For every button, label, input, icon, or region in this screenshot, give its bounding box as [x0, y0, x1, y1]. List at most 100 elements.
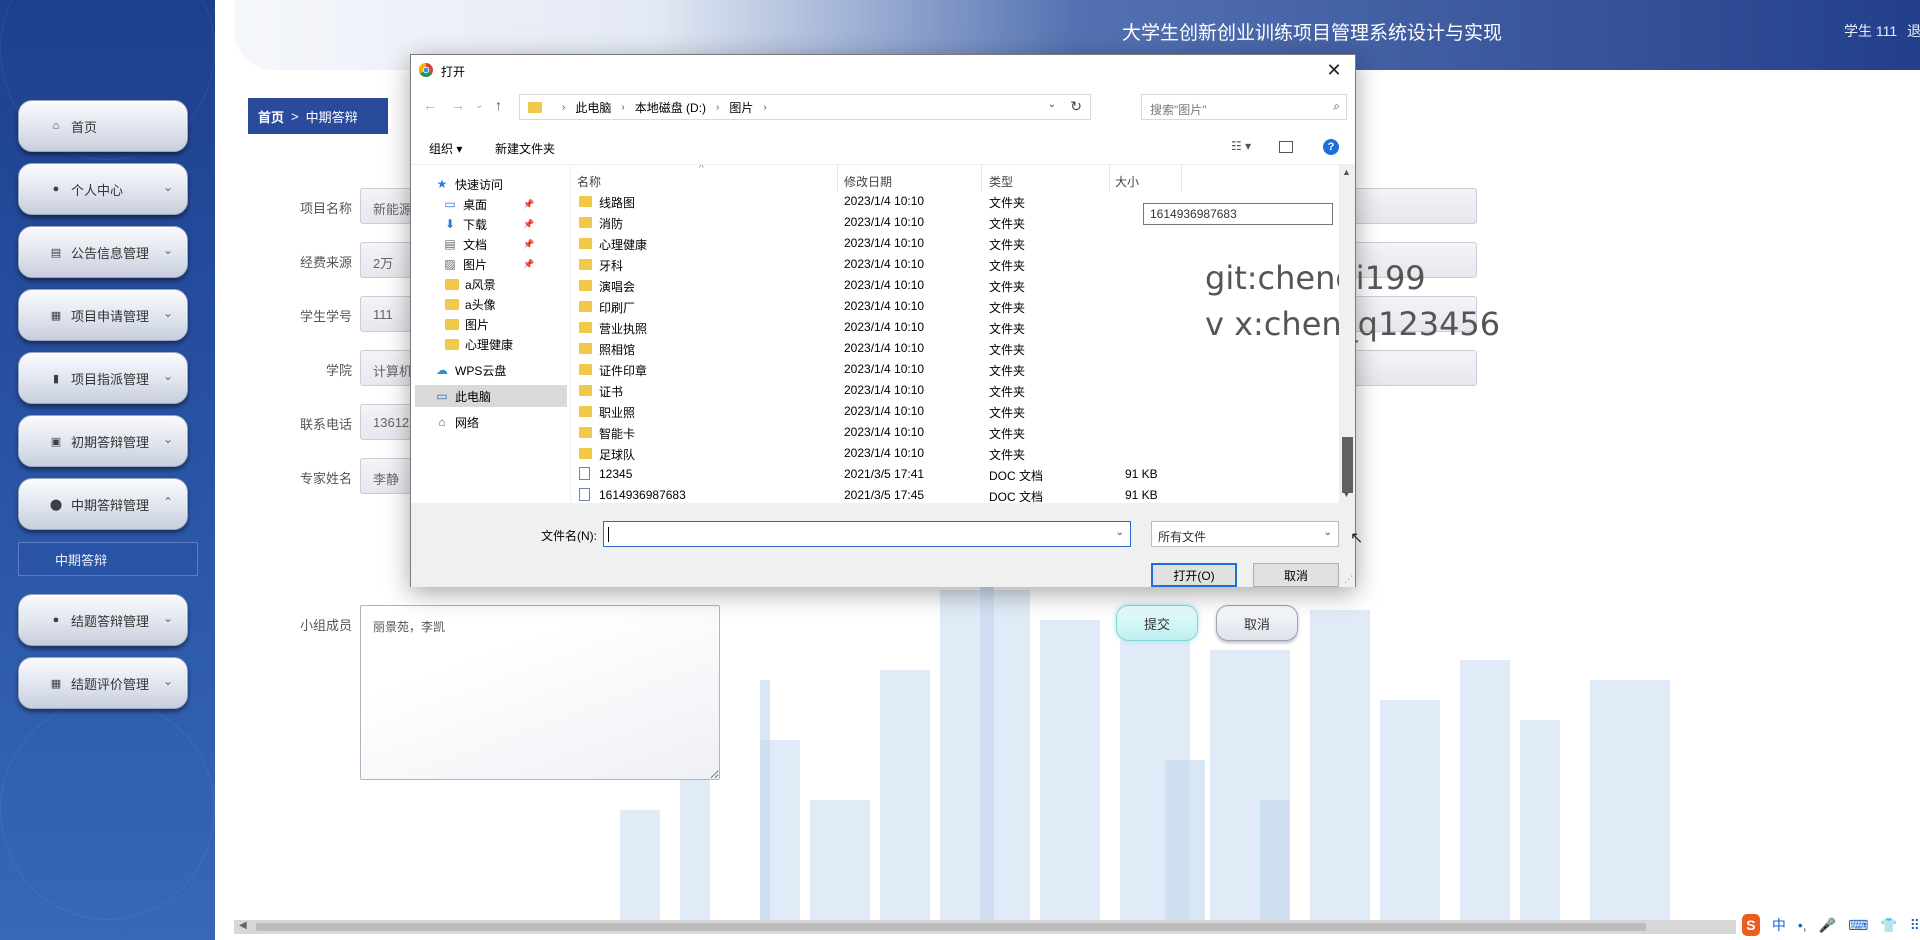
label-college: 学院: [326, 363, 353, 378]
sidebar-item-midterm-defense[interactable]: ⬤ 中期答辩管理 ⌃: [18, 478, 188, 530]
chevron-down-icon[interactable]: ⌄: [163, 243, 173, 257]
expert-name-input[interactable]: 李静: [360, 458, 412, 494]
chevron-down-icon[interactable]: ⌄: [163, 611, 173, 625]
cancel-button[interactable]: 取消: [1216, 605, 1298, 641]
college-input[interactable]: 计算机: [360, 350, 412, 386]
funding-source-input[interactable]: 2万: [360, 242, 412, 278]
nav-item[interactable]: ▤ 文档 📌: [411, 233, 534, 255]
toolbox-icon[interactable]: ⠿: [1910, 917, 1920, 934]
right-input-1[interactable]: [1340, 188, 1477, 224]
column-size[interactable]: 大小: [1115, 173, 1139, 193]
help-icon[interactable]: ?: [1323, 139, 1339, 155]
breadcrumb-home[interactable]: 首页: [258, 107, 284, 126]
file-type-select[interactable]: 所有文件 ⌄: [1151, 521, 1339, 547]
nav-item[interactable]: ⬇ 下载 📌: [411, 213, 534, 235]
file-row[interactable]: 证件印章 2023/1/4 10:10 文件夹: [571, 359, 1339, 380]
chevron-up-icon[interactable]: ⌃: [163, 495, 173, 509]
chevron-down-icon[interactable]: ⌄: [163, 306, 173, 320]
nav-item[interactable]: 心理健康: [411, 333, 513, 355]
organize-button[interactable]: 组织 ▾: [429, 140, 462, 157]
preview-pane-icon[interactable]: [1279, 141, 1293, 153]
sogou-logo-icon[interactable]: S: [1742, 914, 1760, 936]
sidebar-item-final-defense[interactable]: ● 结题答辩管理 ⌄: [18, 594, 188, 646]
nav-item[interactable]: a头像: [411, 293, 496, 315]
search-icon[interactable]: ⌕: [1333, 99, 1340, 114]
skin-icon[interactable]: 👕: [1880, 917, 1897, 934]
chevron-down-icon[interactable]: ⌄: [163, 432, 173, 446]
search-input[interactable]: 搜索"图片" ⌕: [1141, 94, 1347, 120]
file-row[interactable]: 心理健康 2023/1/4 10:10 文件夹: [571, 233, 1339, 254]
rename-field[interactable]: 1614936987683: [1143, 203, 1333, 225]
up-arrow-icon[interactable]: ↑: [495, 97, 502, 113]
back-arrow-icon[interactable]: ←: [423, 97, 437, 113]
chevron-down-icon[interactable]: ⌄: [163, 180, 173, 194]
sidebar-item-personal-center[interactable]: ● 个人中心 ⌄: [18, 163, 188, 215]
file-row[interactable]: 职业照 2023/1/4 10:10 文件夹: [571, 401, 1339, 422]
filename-input[interactable]: ⌄: [603, 521, 1131, 547]
vertical-scrollbar[interactable]: ▲ ▼: [1339, 165, 1355, 503]
file-row[interactable]: 证书 2023/1/4 10:10 文件夹: [571, 380, 1339, 401]
project-name-input[interactable]: 新能源: [360, 188, 412, 224]
scrollbar-thumb[interactable]: [256, 923, 1646, 931]
chevron-down-icon[interactable]: ⌄: [1116, 527, 1124, 538]
pin-icon[interactable]: 📌: [523, 219, 534, 230]
pin-icon[interactable]: 📌: [523, 239, 534, 250]
sidebar-item-final-evaluation[interactable]: ▦ 结题评价管理 ⌄: [18, 657, 188, 709]
path-local-disk[interactable]: 本地磁盘 (D:): [635, 99, 706, 116]
nav-item[interactable]: ▭ 此电脑: [415, 385, 567, 407]
chevron-down-icon[interactable]: ⌄: [1324, 527, 1332, 538]
new-folder-button[interactable]: 新建文件夹: [495, 140, 555, 157]
column-date[interactable]: 修改日期: [844, 173, 892, 193]
phone-input[interactable]: 136125: [360, 404, 412, 440]
address-bar[interactable]: › 此电脑 › 本地磁盘 (D:) › 图片 › ⌄ ↻: [519, 94, 1091, 120]
nav-item[interactable]: a风景: [411, 273, 496, 295]
resize-grip-icon[interactable]: ⋰: [1344, 574, 1353, 585]
column-type[interactable]: 类型: [989, 173, 1013, 193]
sidebar-item-initial-defense[interactable]: ▣ 初期答辩管理 ⌄: [18, 415, 188, 467]
recent-dropdown-icon[interactable]: ⌄: [475, 100, 483, 111]
logout-link[interactable]: 退出登录: [1907, 23, 1920, 39]
scroll-left-icon[interactable]: ◀: [239, 920, 247, 931]
dialog-cancel-button[interactable]: 取消: [1253, 563, 1339, 587]
nav-item[interactable]: ▨ 图片 📌: [411, 253, 534, 275]
chevron-down-icon[interactable]: ⌄: [1048, 99, 1056, 110]
close-icon[interactable]: ✕: [1319, 57, 1349, 83]
microphone-icon[interactable]: 🎤: [1819, 917, 1836, 934]
forward-arrow-icon[interactable]: →: [451, 97, 465, 113]
punctuation-icon[interactable]: •,: [1798, 917, 1807, 933]
file-row[interactable]: 12345 2021/3/5 17:41 DOC 文档 91 KB: [571, 464, 1339, 485]
path-this-pc[interactable]: 此电脑: [575, 99, 611, 116]
scroll-up-icon[interactable]: ▲: [1342, 167, 1351, 177]
sidebar-item-project-application[interactable]: ▦ 项目申请管理 ⌄: [18, 289, 188, 341]
scrollbar-thumb[interactable]: [1342, 437, 1353, 493]
sidebar-item-home[interactable]: ⌂ 首页: [18, 100, 188, 152]
pin-icon[interactable]: 📌: [523, 259, 534, 270]
file-row[interactable]: 1614936987683 2021/3/5 17:45 DOC 文档 91 KB: [571, 485, 1339, 503]
file-row[interactable]: 智能卡 2023/1/4 10:10 文件夹: [571, 422, 1339, 443]
chevron-down-icon[interactable]: ⌄: [163, 369, 173, 383]
members-textarea[interactable]: 丽景苑，李凯: [360, 605, 720, 780]
horizontal-scrollbar[interactable]: ◀: [234, 920, 1920, 934]
view-options-icon[interactable]: ☷ ▾: [1231, 139, 1251, 153]
sidebar-subitem-midterm-defense[interactable]: 中期答辩: [18, 542, 198, 576]
chevron-down-icon[interactable]: ⌄: [163, 674, 173, 688]
ime-chinese-mode[interactable]: 中: [1772, 915, 1786, 935]
sidebar-item-project-assignment[interactable]: ▮ 项目指派管理 ⌄: [18, 352, 188, 404]
refresh-icon[interactable]: ↻: [1070, 98, 1082, 115]
nav-item[interactable]: ★ 快速访问: [411, 173, 503, 195]
submit-button[interactable]: 提交: [1116, 605, 1198, 641]
nav-item[interactable]: ☁ WPS云盘: [411, 359, 506, 381]
right-input-4[interactable]: [1340, 350, 1477, 386]
path-pictures[interactable]: 图片: [729, 99, 753, 116]
open-button[interactable]: 打开(O): [1151, 563, 1237, 587]
sidebar-item-notice-management[interactable]: ▤ 公告信息管理 ⌄: [18, 226, 188, 278]
keyboard-icon[interactable]: ⌨: [1848, 917, 1868, 934]
scroll-down-icon[interactable]: ▼: [1342, 489, 1351, 499]
pin-icon[interactable]: 📌: [523, 199, 534, 210]
nav-item[interactable]: ▭ 桌面 📌: [411, 193, 534, 215]
column-name[interactable]: 名称: [577, 173, 601, 193]
nav-item[interactable]: ⌂ 网络: [411, 411, 479, 433]
file-row[interactable]: 足球队 2023/1/4 10:10 文件夹: [571, 443, 1339, 464]
student-id-input[interactable]: 111: [360, 296, 412, 332]
nav-item[interactable]: 图片: [411, 313, 489, 335]
